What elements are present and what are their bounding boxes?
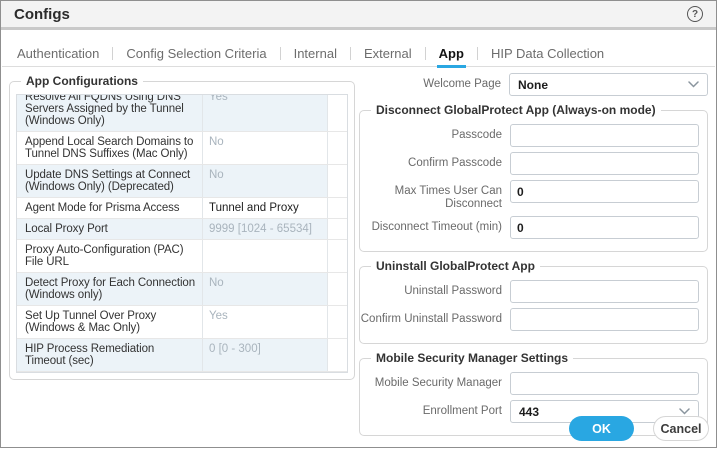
tab-app[interactable]: App [436, 46, 466, 68]
row-label: Agent Mode for Prisma Access [25, 202, 180, 214]
confirm-passcode-label: Confirm Passcode [408, 157, 502, 169]
row-label: Detect Proxy for Each Connection (Window… [17, 273, 202, 305]
app-config-table: Resolve All FQDNs Using DNS Servers Assi… [17, 95, 347, 372]
welcome-page-label: Welcome Page [423, 78, 501, 90]
tab-external[interactable]: External [362, 46, 414, 65]
enrollment-port-value: 443 [519, 404, 540, 419]
tab-bar: Authentication Config Selection Criteria… [15, 46, 606, 68]
disconnect-timeout-label: Disconnect Timeout (min) [371, 221, 502, 233]
disconnect-timeout-input[interactable] [510, 216, 699, 239]
row-value[interactable]: Yes [202, 306, 327, 338]
ok-button[interactable]: OK [569, 416, 634, 441]
row-value[interactable]: 0 [0 - 300] [202, 339, 327, 371]
msm-label: Mobile Security Manager [374, 377, 502, 389]
cancel-button[interactable]: Cancel [653, 416, 709, 441]
msm-row: Mobile Security Manager [360, 372, 699, 395]
uninstall-password-input[interactable] [510, 280, 699, 303]
max-times-row: Max Times User Can Disconnect [360, 180, 699, 211]
confirm-uninstall-password-input[interactable] [510, 308, 699, 331]
confirm-uninstall-password-row: Confirm Uninstall Password [360, 308, 699, 331]
table-row: HIP Process Remediation Timeout (sec) 0 … [17, 339, 347, 372]
table-row: Local Proxy Port 9999 [1024 - 65534] [17, 219, 347, 240]
table-scroll-gutter [327, 306, 347, 338]
uninstall-groupbox: Uninstall GlobalProtect App Uninstall Pa… [359, 259, 708, 344]
disconnect-timeout-row: Disconnect Timeout (min) [360, 216, 699, 239]
tab-separator [349, 47, 351, 60]
table-row: Append Local Search Domains to Tunnel DN… [17, 132, 347, 165]
uninstall-password-label: Uninstall Password [404, 285, 502, 297]
passcode-row: Passcode [360, 124, 699, 147]
chevron-down-icon [688, 81, 699, 88]
table-row: Update DNS Settings at Connect (Windows … [17, 165, 347, 198]
row-value[interactable]: No [202, 273, 327, 305]
table-scroll-gutter [327, 132, 347, 164]
welcome-page-row: Welcome Page None [359, 73, 708, 96]
table-row: Detect Proxy for Each Connection (Window… [17, 273, 347, 306]
msm-input[interactable] [510, 372, 699, 395]
table-scroll-gutter [327, 339, 347, 371]
table-row: Proxy Auto-Configuration (PAC) File URL [17, 240, 347, 273]
confirm-passcode-row: Confirm Passcode [360, 152, 699, 175]
passcode-input[interactable] [510, 124, 699, 147]
disconnect-groupbox: Disconnect GlobalProtect App (Always-on … [359, 103, 708, 252]
right-panel: Welcome Page None Disconnect GlobalProte… [359, 73, 708, 447]
row-label: Local Proxy Port [17, 219, 202, 239]
row-value[interactable]: No [202, 132, 327, 164]
tab-authentication[interactable]: Authentication [15, 46, 101, 65]
table-scroll-gutter [327, 273, 347, 305]
tab-internal[interactable]: Internal [292, 46, 339, 65]
table-row: Set Up Tunnel Over Proxy (Windows & Mac … [17, 306, 347, 339]
dialog-titlebar: Configs ? [1, 1, 716, 30]
uninstall-password-row: Uninstall Password [360, 280, 699, 303]
row-value[interactable]: 9999 [1024 - 65534] [202, 219, 327, 239]
tab-hip-data-collection[interactable]: HIP Data Collection [489, 46, 606, 65]
row-value[interactable]: Yes [202, 95, 327, 131]
table-row: Agent Mode for Prisma Access Tunnel and … [17, 198, 347, 219]
enrollment-port-label: Enrollment Port [422, 405, 502, 417]
app-configurations-groupbox: App Configurations Resolve All FQDNs Usi… [9, 74, 355, 380]
row-label: Resolve All FQDNs Using DNS Servers Assi… [17, 95, 202, 131]
table-row: Resolve All FQDNs Using DNS Servers Assi… [17, 95, 347, 132]
app-configurations-legend: App Configurations [21, 74, 143, 88]
tab-separator [476, 47, 478, 60]
row-label: Set Up Tunnel Over Proxy (Windows & Mac … [25, 310, 157, 334]
row-value[interactable] [202, 240, 327, 272]
help-icon[interactable]: ? [687, 6, 703, 22]
table-scroll-gutter [327, 219, 347, 239]
msm-legend: Mobile Security Manager Settings [371, 351, 574, 365]
tab-config-selection-criteria[interactable]: Config Selection Criteria [124, 46, 268, 65]
dialog-title: Configs [14, 5, 70, 23]
tab-separator [424, 47, 426, 60]
welcome-page-value: None [518, 77, 548, 92]
row-label: Update DNS Settings at Connect (Windows … [17, 165, 202, 197]
table-scroll-gutter [327, 240, 347, 272]
max-times-input[interactable] [510, 180, 699, 203]
passcode-label: Passcode [451, 129, 502, 141]
footer-buttons: OK Cancel [569, 416, 709, 441]
app-config-table-viewport[interactable]: Resolve All FQDNs Using DNS Servers Assi… [16, 94, 348, 373]
disconnect-legend: Disconnect GlobalProtect App (Always-on … [371, 103, 661, 117]
table-scroll-gutter [327, 95, 347, 131]
welcome-page-select[interactable]: None [509, 73, 708, 96]
row-label: Append Local Search Domains to Tunnel DN… [25, 136, 194, 160]
uninstall-legend: Uninstall GlobalProtect App [371, 259, 540, 273]
confirm-passcode-input[interactable] [510, 152, 699, 175]
chevron-down-icon [679, 408, 690, 415]
row-label: Proxy Auto-Configuration (PAC) File URL [25, 244, 184, 268]
table-scroll-gutter [327, 165, 347, 197]
table-scroll-gutter [327, 198, 347, 218]
row-value[interactable]: No [202, 165, 327, 197]
tab-separator [279, 47, 281, 60]
row-label: HIP Process Remediation Timeout (sec) [17, 339, 202, 371]
row-value[interactable]: Tunnel and Proxy [202, 198, 327, 218]
max-times-label: Max Times User Can Disconnect [394, 185, 502, 210]
confirm-uninstall-password-label: Confirm Uninstall Password [360, 313, 502, 325]
tab-separator [112, 47, 114, 60]
configs-dialog: Configs ? Authentication Config Selectio… [0, 0, 717, 448]
